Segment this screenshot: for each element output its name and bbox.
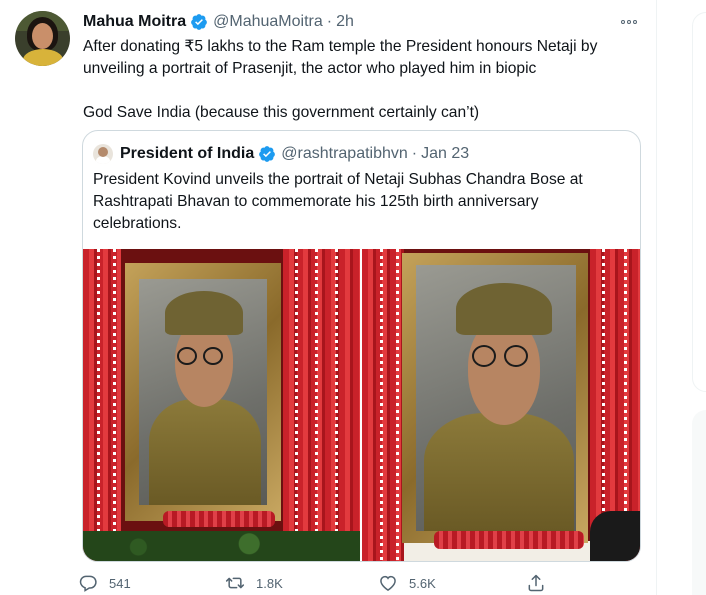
verified-badge-icon <box>259 146 276 162</box>
author-avatar[interactable] <box>15 11 70 66</box>
share-icon <box>528 574 544 592</box>
quoted-tweet-date: Jan 23 <box>421 145 470 162</box>
like-count: 5.6K <box>409 575 436 591</box>
quoted-text-line: celebrations. <box>93 215 182 232</box>
quoted-text-line: President Kovind unveils the portrait of… <box>93 171 583 188</box>
quoted-text-line: Rashtrapati Bhavan to commemorate his 12… <box>93 193 539 210</box>
author-name[interactable]: Mahua Moitra <box>83 13 186 31</box>
separator-dot: · <box>326 13 333 30</box>
tweet[interactable]: Mahua Moitra @MahuaMoitra · 2h After don… <box>0 0 657 595</box>
quoted-author-handle: @rashtrapatibhvn <box>281 145 408 162</box>
like-button[interactable]: 5.6K <box>378 572 436 594</box>
separator-dot: · <box>411 145 418 162</box>
retweet-button[interactable]: 1.8K <box>225 572 283 594</box>
retweet-icon <box>225 577 245 589</box>
reply-button[interactable]: 541 <box>78 572 131 594</box>
more-options-icon[interactable] <box>616 12 642 32</box>
quoted-author-avatar <box>93 144 113 164</box>
tweet-text-line: After donating ₹5 lakhs to the Ram templ… <box>83 38 598 55</box>
tweet-text-line: unveiling a portrait of Prasenjit, the a… <box>83 60 537 77</box>
reply-count: 541 <box>109 575 131 591</box>
tweet-text-line: God Save India (because this government … <box>83 104 480 121</box>
tweet-text: After donating ₹5 lakhs to the Ram templ… <box>83 36 643 124</box>
right-sidebar <box>657 0 706 595</box>
portrait-photo-left[interactable] <box>83 249 360 561</box>
quoted-author-name: President of India <box>120 145 255 162</box>
tweet-actions: 541 1.8K 5.6K <box>78 572 558 595</box>
tweet-timestamp[interactable]: 2h <box>336 13 354 31</box>
author-handle[interactable]: @MahuaMoitra <box>213 13 323 31</box>
quoted-tweet[interactable]: President of India @rashtrapatibhvn · Ja… <box>82 130 641 562</box>
timeline-column: Mahua Moitra @MahuaMoitra · 2h After don… <box>0 0 657 595</box>
avatar-shirt <box>23 49 63 66</box>
sidebar-card <box>692 12 706 392</box>
tweet-header: Mahua Moitra @MahuaMoitra · 2h <box>83 11 354 33</box>
quoted-tweet-text: President Kovind unveils the portrait of… <box>93 169 633 235</box>
retweet-count: 1.8K <box>256 575 283 591</box>
share-button[interactable] <box>526 572 557 594</box>
verified-badge-icon <box>191 14 207 30</box>
quoted-tweet-header: President of India @rashtrapatibhvn · Ja… <box>93 143 469 165</box>
sidebar-card <box>692 410 706 595</box>
avatar-face <box>32 23 53 49</box>
reply-icon <box>79 575 97 592</box>
heart-icon <box>380 575 396 591</box>
portrait-photo-right[interactable] <box>362 249 640 561</box>
